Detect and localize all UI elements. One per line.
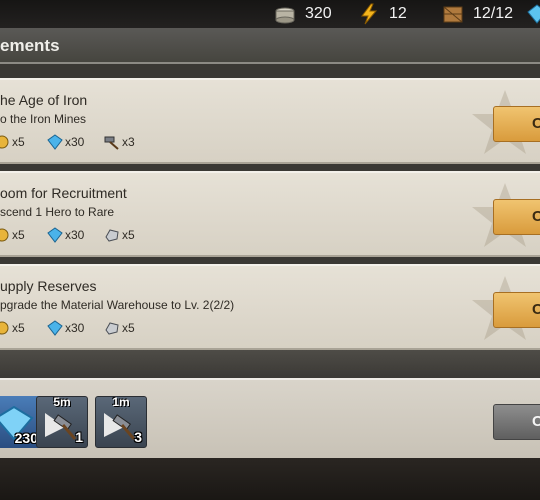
speedup-hammer-icon [104, 134, 120, 150]
achievement-description: o the Iron Mines [0, 112, 87, 126]
reward-item: x5 [104, 318, 135, 338]
achievement-card: he Age of Iron o the Iron Mines x5 x30 x… [0, 78, 540, 164]
resource-food-value: 320 [305, 5, 332, 22]
iron-ore-icon [104, 227, 120, 243]
resource-crate[interactable]: 12/12 [442, 3, 513, 25]
food-pot-icon [274, 3, 296, 25]
reward-count: x30 [65, 321, 85, 335]
chest-reward-panel: 230 5m 1 1m 3 C [0, 378, 540, 458]
crate-icon [442, 3, 464, 25]
panel-header: ements [0, 28, 540, 64]
achievement-title: he Age of Iron [0, 92, 88, 108]
reward-slot[interactable]: 5m 1 [36, 396, 88, 448]
gold-coin-icon [0, 227, 10, 243]
resource-bar: 320 12 12/12 [0, 0, 540, 28]
reward-item: x30 [47, 318, 84, 338]
achievement-title: oom for Recruitment [0, 185, 127, 201]
reward-count: x30 [65, 228, 85, 242]
resource-energy[interactable]: 12 [358, 3, 407, 25]
energy-bolt-icon [358, 3, 380, 25]
reward-item: x5 [0, 318, 25, 338]
footer-bar [0, 458, 540, 500]
resource-crate-value: 12/12 [473, 5, 514, 22]
reward-item: x5 [104, 225, 135, 245]
reward-slot[interactable]: 1m 3 [95, 396, 147, 448]
reward-count: x30 [65, 135, 85, 149]
reward-item: x3 [104, 132, 135, 152]
iron-ore-icon [104, 320, 120, 336]
resource-energy-value: 12 [389, 5, 407, 22]
blue-gem-icon [47, 134, 63, 150]
claim-button[interactable]: C [493, 292, 540, 328]
reward-count: x3 [122, 135, 135, 149]
achievement-card: oom for Recruitment scend 1 Hero to Rare… [0, 171, 540, 257]
reward-count: x5 [12, 228, 25, 242]
achievement-card: upply Reserves pgrade the Material Wareh… [0, 264, 540, 350]
section-divider [0, 350, 540, 378]
resource-food[interactable]: 320 [274, 3, 332, 25]
reward-slot-count: 230 [14, 430, 38, 446]
reward-count: x5 [12, 321, 25, 335]
achievement-title: upply Reserves [0, 278, 97, 294]
gold-coin-icon [0, 320, 10, 336]
achievement-list: he Age of Iron o the Iron Mines x5 x30 x… [0, 64, 540, 362]
gold-coin-icon [0, 134, 10, 150]
reward-item: x30 [47, 225, 84, 245]
claim-button[interactable]: C [493, 199, 540, 235]
reward-count: x5 [122, 228, 135, 242]
reward-count: x5 [122, 321, 135, 335]
blue-gem-icon [47, 320, 63, 336]
chest-claim-button[interactable]: C [493, 404, 540, 440]
blue-gem-icon [47, 227, 63, 243]
reward-item: x5 [0, 132, 25, 152]
achievement-description: pgrade the Material Warehouse to Lv. 2(2… [0, 298, 235, 312]
claim-button[interactable]: C [493, 106, 540, 142]
resource-gem[interactable] [526, 3, 540, 25]
achievement-description: scend 1 Hero to Rare [0, 205, 115, 219]
panel-title: ements [0, 36, 60, 55]
reward-slot-count: 1 [75, 429, 83, 445]
reward-count: x5 [12, 135, 25, 149]
reward-slot-count: 3 [134, 429, 142, 445]
reward-item: x5 [0, 225, 25, 245]
reward-item: x30 [47, 132, 84, 152]
gem-icon [526, 3, 540, 25]
